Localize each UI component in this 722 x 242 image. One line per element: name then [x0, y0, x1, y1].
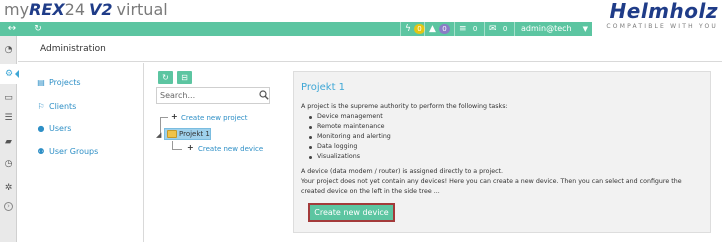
clock-icon: ◷ — [4, 159, 13, 169]
notif-list[interactable]: ≡ 0 — [454, 22, 484, 36]
page-title: Administration — [18, 36, 722, 62]
user-menu[interactable]: admin@tech ▼ — [514, 22, 592, 36]
title-version: V2 — [89, 0, 113, 19]
menu-item-user-groups[interactable]: ⚉ User Groups — [36, 144, 98, 158]
search-icon[interactable] — [259, 90, 269, 100]
rail-expand[interactable]: › — [0, 196, 17, 216]
menu-item-clients[interactable]: ⚐ Clients — [36, 99, 76, 113]
dashboard-icon: ◔ — [4, 45, 13, 55]
notif-bolt[interactable]: ϟ 0 — [400, 22, 425, 36]
menu-item-projects[interactable]: ▤ Projects — [36, 75, 81, 89]
rail-server[interactable]: ☰ — [0, 108, 17, 128]
notif-mail[interactable]: ✉ 0 — [484, 22, 514, 36]
list-item: Data logging — [309, 142, 391, 152]
title-suffix: virtual — [116, 0, 168, 19]
menu-item-label: User Groups — [49, 146, 99, 156]
title-prefix: my — [4, 0, 30, 19]
panel-intro: A project is the supreme authority to pe… — [301, 103, 508, 110]
users-icon: ⚉ — [37, 146, 45, 156]
title-number: 24 — [64, 0, 86, 19]
flag-icon: ⚐ — [37, 101, 45, 111]
inbox-icon: ▭ — [4, 93, 13, 103]
logo-tagline: COMPATIBLE WITH YOU — [606, 23, 718, 30]
rail-book[interactable]: ▰ — [0, 132, 17, 152]
project-tree: ↻ ⊟ + Create new project ◢ Projekt 1 + C… — [150, 63, 280, 242]
icon-rail: ◔ ⚙ ▭ ☰ ▰ ◷ ✲ › — [0, 36, 19, 242]
rail-inbox[interactable]: ▭ — [0, 88, 17, 108]
envelope-icon: ✉ — [489, 24, 497, 34]
list-item: Device management — [309, 112, 391, 122]
tree-create-device[interactable]: Create new device — [198, 145, 263, 153]
tree-refresh-button[interactable]: ↻ — [158, 71, 173, 84]
plus-icon: + — [187, 143, 194, 152]
chevron-right-circle-icon: › — [4, 202, 13, 211]
refresh-icon: ↻ — [162, 73, 169, 82]
title-rex: REX — [29, 0, 65, 19]
gears-icon: ⚙ — [4, 69, 14, 79]
chevron-down-icon: ▼ — [582, 25, 588, 33]
plus-icon: + — [171, 112, 178, 121]
menu-item-users[interactable]: ● Users — [36, 121, 72, 135]
menu-item-label: Users — [49, 123, 72, 133]
cog-icon: ✲ — [4, 183, 13, 193]
notif-mail-count: 0 — [502, 25, 508, 33]
tree-project-label: Projekt 1 — [179, 130, 210, 138]
user-icon: ● — [37, 123, 45, 133]
rail-administration[interactable]: ⚙ — [0, 64, 19, 84]
admin-menu: ▤ Projects ⚐ Clients ● Users ⚉ User Grou… — [18, 63, 144, 242]
tree-create-project[interactable]: Create new project — [181, 114, 247, 122]
tree-connector — [172, 149, 182, 150]
menu-item-label: Clients — [49, 101, 77, 111]
task-list: Device management Remote maintenance Mon… — [309, 112, 391, 162]
bolt-icon: ϟ — [405, 24, 411, 34]
collapse-icon: ⊟ — [181, 73, 188, 82]
list-item: Monitoring and alerting — [309, 132, 391, 142]
panel-device-note: A device (data modem / router) is assign… — [301, 168, 504, 175]
notif-list-count: 0 — [472, 25, 478, 33]
tree-project-node[interactable]: Projekt 1 — [164, 128, 211, 140]
tree-search-input[interactable] — [156, 87, 270, 104]
app-title: myREX24 V2 virtual — [4, 0, 168, 22]
menu-item-label: Projects — [49, 77, 81, 87]
list-icon: ≡ — [459, 24, 467, 34]
notif-warning-count: 0 — [438, 24, 450, 34]
sidebar-toggle-icon[interactable]: ↔ — [4, 22, 20, 36]
top-toolbar: ↔ ↻ ϟ 0 ▲ 0 ≡ 0 ✉ 0 admin@tech ▼ — [0, 22, 592, 36]
server-icon: ☰ — [4, 113, 13, 123]
app-window: myREX24 V2 virtual Helmholz COMPATIBLE WIT… — [0, 0, 722, 242]
create-device-button[interactable]: Create new device — [308, 203, 395, 222]
rail-dashboard[interactable]: ◔ — [0, 40, 17, 60]
warning-icon: ▲ — [429, 24, 436, 34]
rail-history[interactable]: ◷ — [0, 154, 17, 174]
logo-name: Helmholz — [609, 0, 718, 23]
rail-settings[interactable]: ✲ — [0, 178, 17, 198]
panel-empty-note-cont: created device on the left in the side t… — [301, 188, 440, 195]
tree-connector — [160, 117, 168, 118]
projects-icon: ▤ — [37, 77, 45, 87]
folder-icon — [167, 130, 177, 138]
tree-collapse-button[interactable]: ⊟ — [177, 71, 192, 84]
user-name: admin@tech — [521, 24, 572, 33]
tree-expander-icon[interactable]: ◢ — [156, 131, 161, 139]
book-icon: ▰ — [5, 137, 12, 147]
refresh-icon[interactable]: ↻ — [30, 22, 46, 36]
panel-empty-note: Your project does not yet contain any de… — [301, 178, 682, 185]
helmholz-logo: Helmholz COMPATIBLE WITH YOU — [588, 0, 718, 36]
project-info-panel: Projekt 1 A project is the supreme autho… — [293, 71, 711, 233]
list-item: Remote maintenance — [309, 122, 391, 132]
notif-warning[interactable]: ▲ 0 — [424, 22, 454, 36]
panel-title: Projekt 1 — [301, 82, 346, 93]
list-item: Visualizations — [309, 152, 391, 162]
